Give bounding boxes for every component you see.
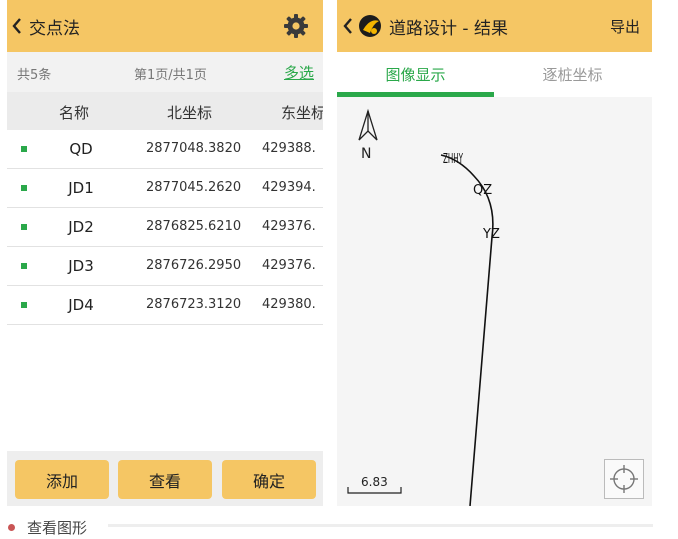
row-status-marker xyxy=(21,263,27,269)
back-button[interactable] xyxy=(341,0,355,52)
table-row[interactable]: JD4 2876723.3120 429380. xyxy=(7,286,323,325)
east-coordinate: 429394. xyxy=(262,180,316,195)
export-button[interactable]: 导出 xyxy=(610,16,640,37)
table-row[interactable]: QD 2877048.3820 429388. xyxy=(7,130,323,169)
tab-stake-coordinates[interactable]: 逐桩坐标 xyxy=(494,52,651,97)
table-row[interactable]: JD1 2877045.2620 429394. xyxy=(7,169,323,208)
intersection-method-screen: 交点法 共5条 第1页/共1页 多选 名称 北坐标 东坐标 QD 2877048… xyxy=(7,0,323,506)
east-coordinate: 429380. xyxy=(262,297,316,312)
row-status-marker xyxy=(21,146,27,152)
crosshair-icon xyxy=(610,465,638,493)
chevron-left-icon xyxy=(12,18,21,34)
point-label-yz: YZ xyxy=(482,227,500,242)
north-coordinate: 2876723.3120 xyxy=(146,297,242,312)
add-button[interactable]: 添加 xyxy=(15,460,109,499)
row-status-marker xyxy=(21,185,27,191)
multi-select-link[interactable]: 多选 xyxy=(284,62,314,83)
point-label-qz: QZ xyxy=(473,183,492,198)
table-row[interactable]: JD2 2876825.6210 429376. xyxy=(7,208,323,247)
point-name: JD3 xyxy=(68,257,94,275)
app-logo-icon xyxy=(359,15,381,37)
column-header-north: 北坐标 xyxy=(167,104,213,122)
road-alignment-view[interactable]: N ZHHY QZ YZ 6.83 xyxy=(337,97,652,506)
north-coordinate: 2876726.2950 xyxy=(146,258,242,273)
north-coordinate: 2877048.3820 xyxy=(146,141,242,156)
scale-value: 6.83 xyxy=(361,475,388,489)
result-tabs: 图像显示 逐桩坐标 xyxy=(337,52,652,98)
north-coordinate: 2877045.2620 xyxy=(146,180,242,195)
point-name: JD2 xyxy=(68,218,94,236)
record-count: 共5条 xyxy=(17,68,52,83)
row-status-marker xyxy=(21,224,27,230)
caption-divider xyxy=(108,524,653,527)
road-design-result-screen: 道路设计 - 结果 导出 图像显示 逐桩坐标 N ZHHY QZ YZ 6.83 xyxy=(337,0,652,506)
tab-graphic-display[interactable]: 图像显示 xyxy=(337,52,494,97)
settings-button[interactable] xyxy=(283,13,309,39)
point-name: QD xyxy=(69,140,93,158)
east-coordinate: 429388. xyxy=(262,141,316,156)
table-header: 名称 北坐标 东坐标 xyxy=(7,92,323,130)
alignment-canvas: N ZHHY QZ YZ 6.83 xyxy=(347,108,500,506)
view-button[interactable]: 查看 xyxy=(118,460,212,499)
caption-text: 查看图形 xyxy=(27,518,88,537)
back-button[interactable] xyxy=(7,0,27,52)
locate-button[interactable] xyxy=(604,459,644,499)
point-name: JD1 xyxy=(68,179,94,197)
confirm-button[interactable]: 确定 xyxy=(222,460,316,499)
page-title: 交点法 xyxy=(29,18,80,39)
action-bar: 添加 查看 确定 xyxy=(7,451,323,506)
caption-bullet xyxy=(8,523,15,531)
page-title: 道路设计 - 结果 xyxy=(389,18,508,39)
east-coordinate: 429376. xyxy=(262,219,316,234)
north-label: N xyxy=(361,146,371,162)
east-coordinate: 429376. xyxy=(262,258,316,273)
column-header-name: 名称 xyxy=(59,104,90,122)
row-status-marker xyxy=(21,302,27,308)
point-name: JD4 xyxy=(68,296,94,314)
column-header-east: 东坐标 xyxy=(281,104,323,122)
table-row[interactable]: JD3 2876726.2950 429376. xyxy=(7,247,323,286)
page-indicator: 第1页/共1页 xyxy=(134,68,207,83)
gear-icon xyxy=(284,14,308,38)
chevron-left-icon xyxy=(343,18,352,34)
north-coordinate: 2876825.6210 xyxy=(146,219,242,234)
figure-caption: 查看图形 xyxy=(8,516,87,538)
top-bar: 交点法 xyxy=(7,0,323,52)
point-label-zhhy: ZHHY xyxy=(443,152,463,167)
point-list: QD 2877048.3820 429388. JD1 2877045.2620… xyxy=(7,130,323,325)
pager: 共5条 第1页/共1页 多选 xyxy=(7,52,323,92)
road-centerline xyxy=(440,154,494,506)
north-arrow-icon xyxy=(358,108,378,141)
top-bar: 道路设计 - 结果 导出 xyxy=(337,0,652,52)
